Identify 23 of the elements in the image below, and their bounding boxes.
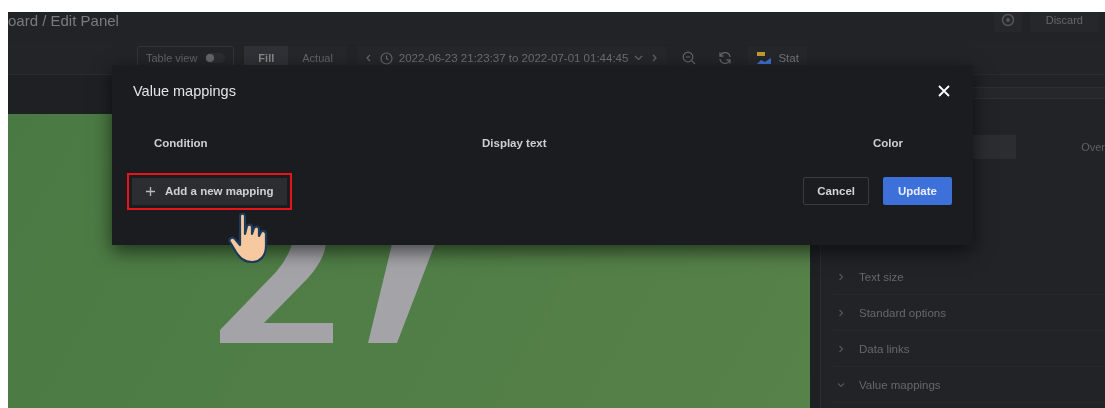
settings-icon[interactable] [993,12,1022,32]
column-header: Color [872,137,903,149]
options-section[interactable]: Value mappings [833,367,1105,403]
size-mode-tab[interactable]: Actual [288,46,347,70]
dialog-button[interactable]: Update [883,177,952,205]
discard-button[interactable]: Discard [1029,12,1099,32]
options-tab[interactable]: Over [1016,135,1105,159]
options-section[interactable]: Text size [833,259,1105,295]
time-range-picker[interactable]: 2022-06-23 21:23:37 to 2022-07-01 01:44:45 [379,51,644,65]
dialog-title: Value mappings [133,83,236,99]
breadcrumb-title: oard / Edit Panel [8,12,119,29]
add-mapping-button[interactable]: Add a new mapping [132,177,287,205]
options-section[interactable]: Standard options [833,295,1105,331]
clock-icon [379,51,393,65]
column-header: Display text [482,137,548,149]
column-header: Condition [154,137,209,149]
plus-icon [146,186,155,196]
hand-cursor-icon [228,212,270,266]
stat-chart-icon [756,51,773,65]
close-icon[interactable] [937,84,951,98]
dialog-button[interactable]: Cancel [803,177,869,205]
chevron-down-icon [634,55,644,61]
options-section[interactable]: Data links [833,331,1105,367]
